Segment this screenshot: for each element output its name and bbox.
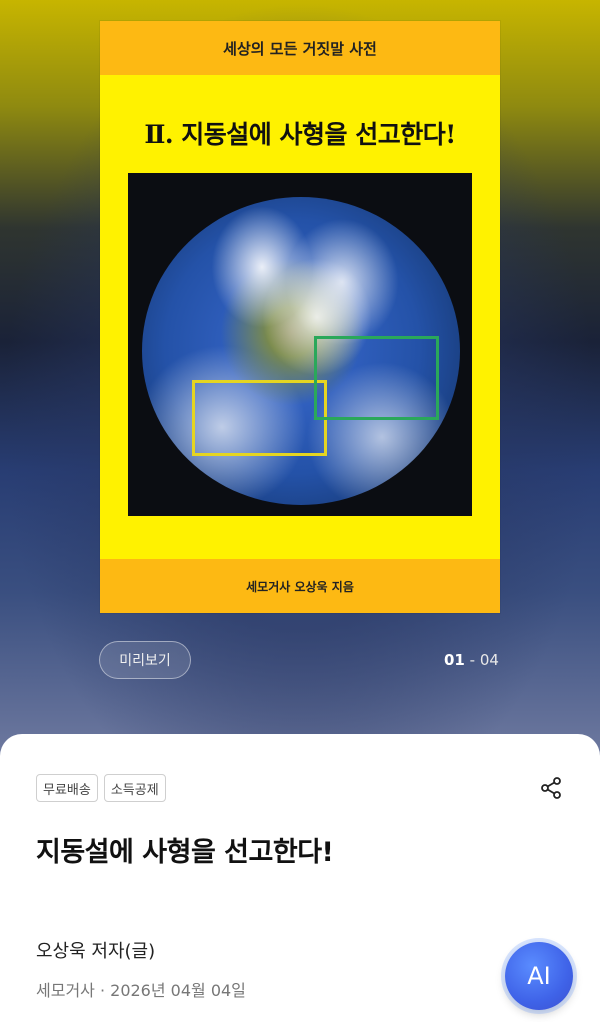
cover-series: 세상의 모든 거짓말 사전 [100, 21, 500, 75]
highlight-box-yellow [192, 380, 327, 456]
tag-tax-deduction: 소득공제 [103, 774, 166, 802]
share-button[interactable] [537, 774, 565, 802]
image-pager: 01 - 04 [444, 651, 499, 669]
pager-separator: - [464, 651, 480, 669]
tag-list: 무료배송 소득공제 [36, 774, 166, 802]
highlight-box-green [314, 336, 439, 420]
book-cover[interactable]: 세상의 모든 거짓말 사전 Ⅱ. 지동설에 사형을 선고한다! 세모거사 오상욱… [100, 21, 500, 613]
cover-author: 세모거사 오상욱 지음 [100, 559, 500, 613]
share-icon [541, 777, 561, 799]
book-title: 지동설에 사형을 선고한다! [36, 837, 334, 868]
preview-button[interactable]: 미리보기 [99, 641, 191, 679]
book-publisher-date: 세모거사 · 2026년 04월 04일 [36, 981, 246, 1000]
pager-current: 01 [444, 651, 465, 669]
cover-hero: 세상의 모든 거짓말 사전 Ⅱ. 지동설에 사형을 선고한다! 세모거사 오상욱… [0, 0, 600, 760]
book-author[interactable]: 오상욱 저자(글) [36, 937, 155, 963]
pager-total: 04 [479, 651, 499, 669]
cover-title: Ⅱ. 지동설에 사형을 선고한다! [144, 120, 456, 149]
tag-free-shipping: 무료배송 [36, 774, 98, 802]
ai-button[interactable]: AI [505, 942, 573, 1010]
